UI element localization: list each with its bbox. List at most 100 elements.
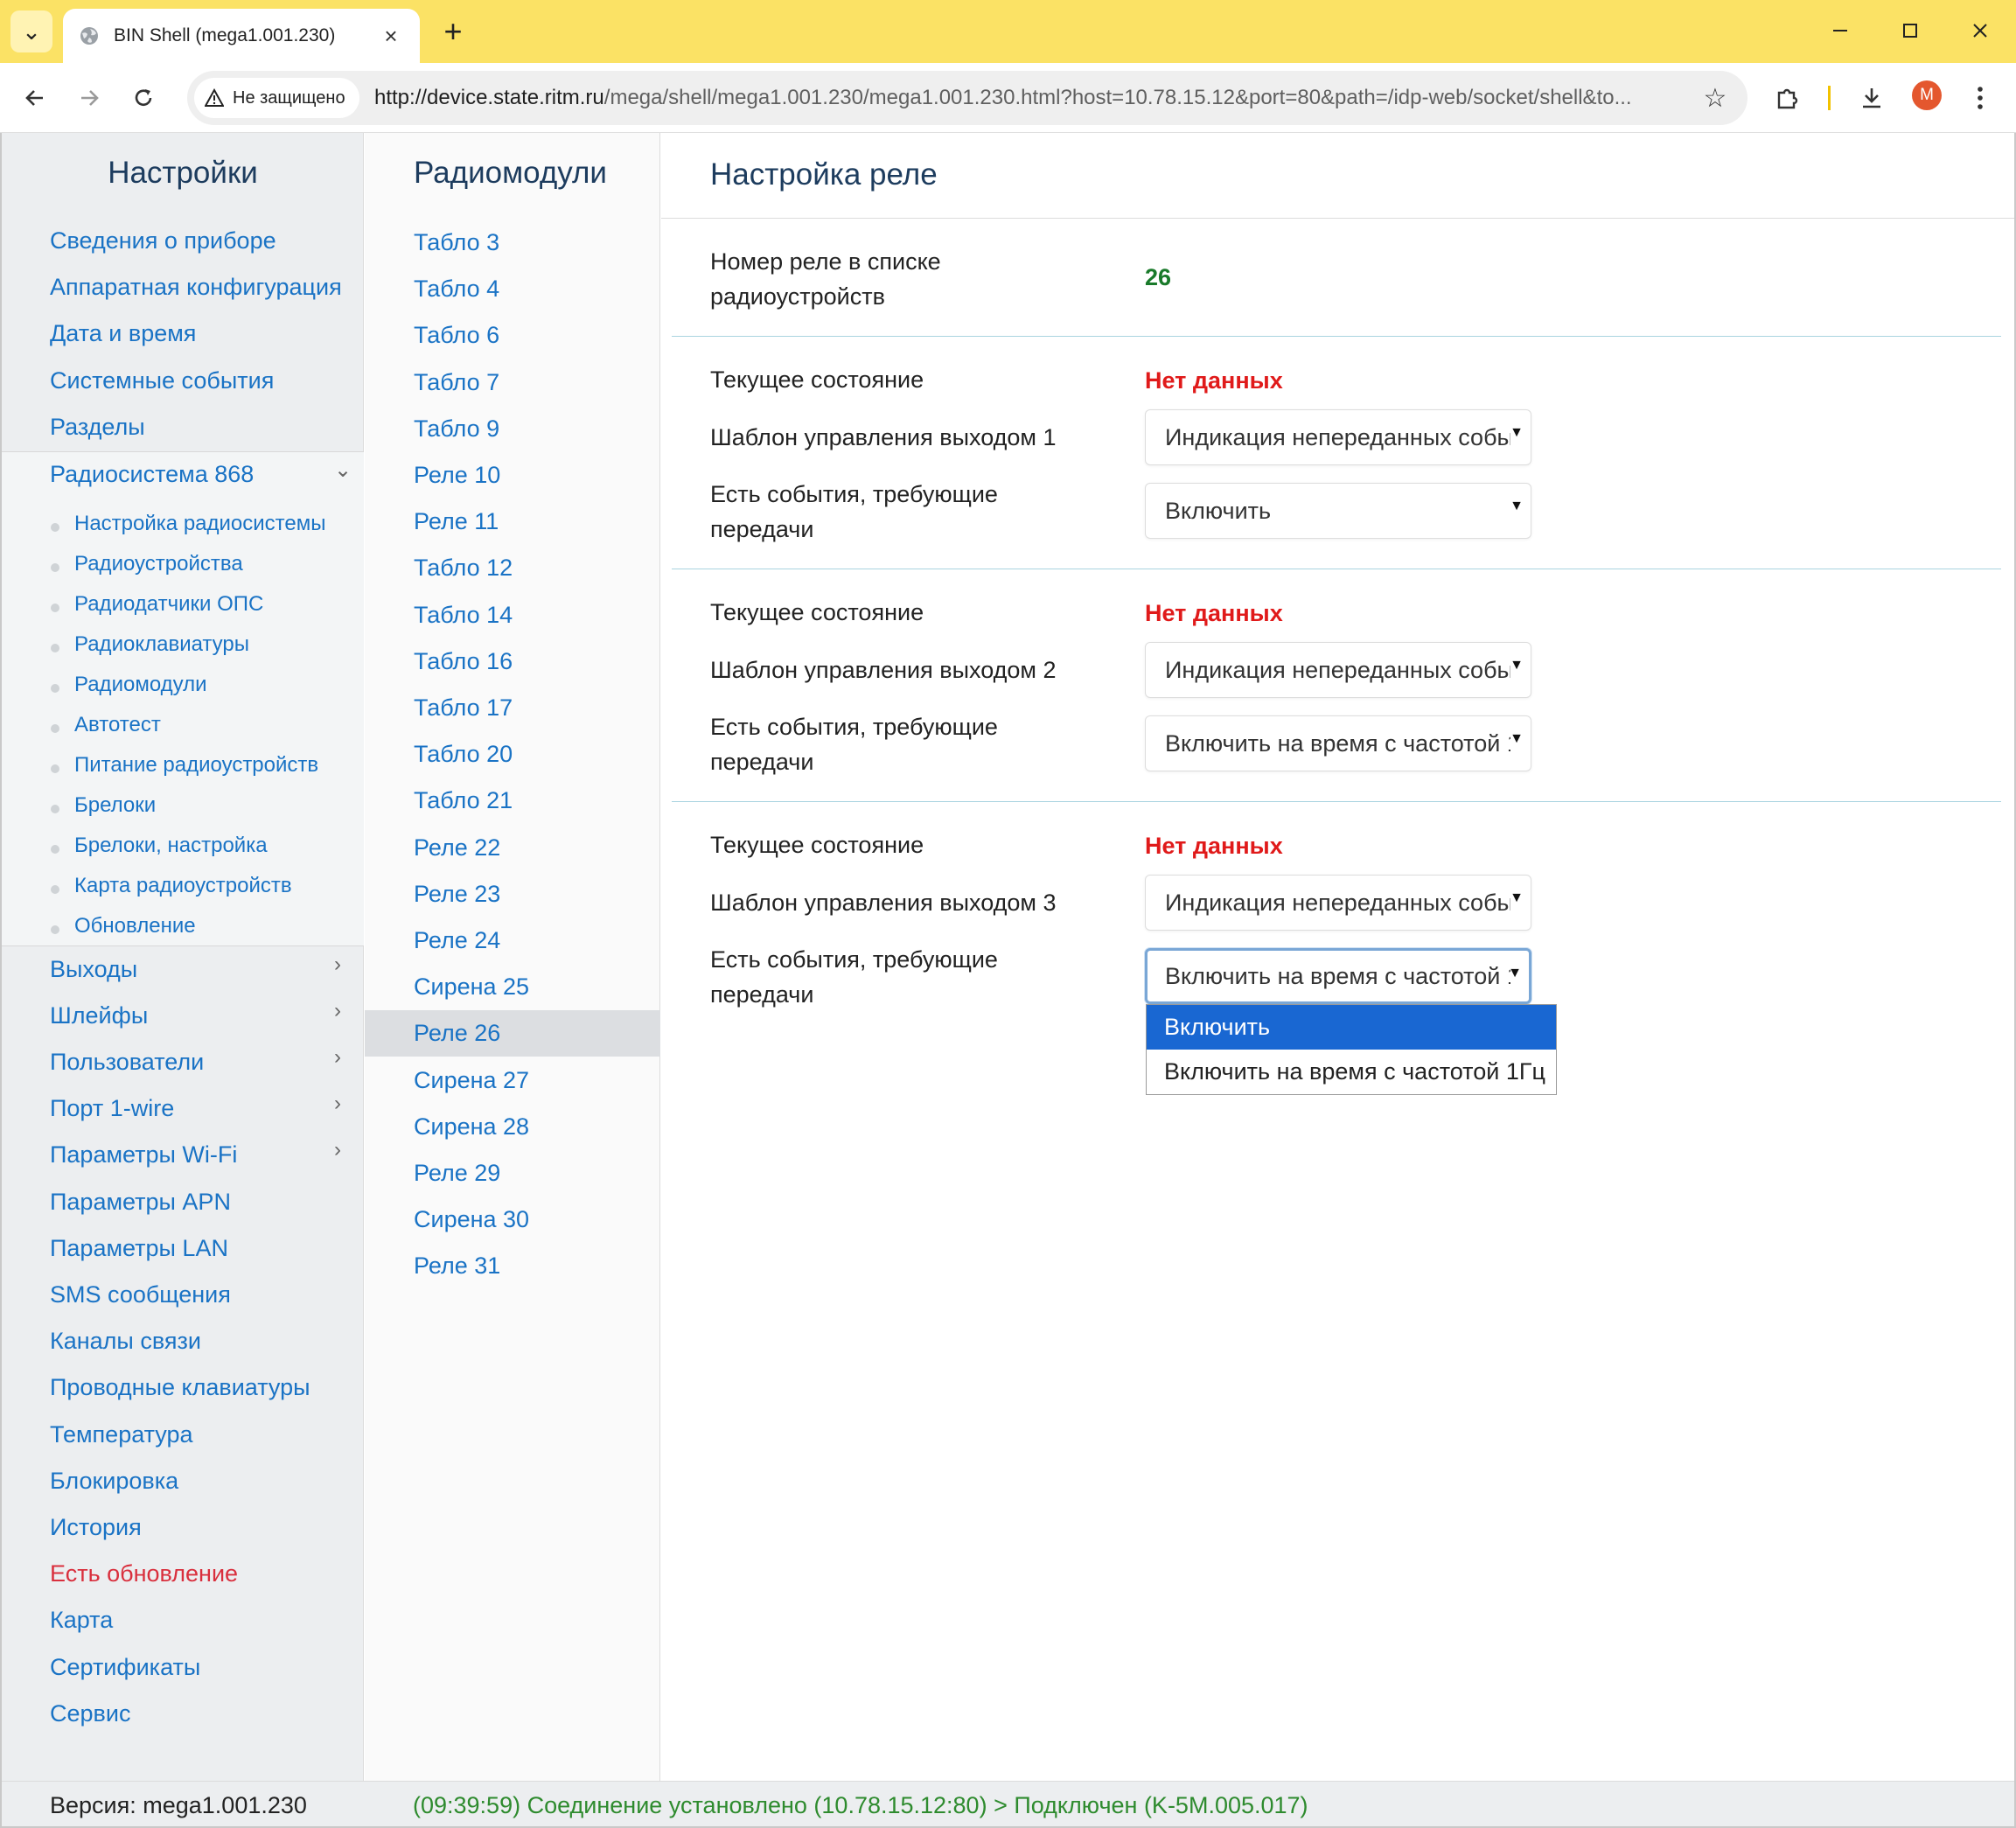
sidebar-item-users[interactable]: Пользователи xyxy=(50,1049,204,1076)
device-list-item[interactable]: Реле 31 xyxy=(365,1243,660,1289)
sidebar-item-service[interactable]: Сервис xyxy=(50,1700,130,1727)
submenu-item-radio-map[interactable]: Карта радиоустройств xyxy=(74,874,292,898)
device-list-item[interactable]: Реле 29 xyxy=(365,1150,660,1197)
device-list-item[interactable]: Реле 24 xyxy=(365,917,660,964)
tab-close-icon[interactable]: × xyxy=(378,23,404,50)
device-list-item[interactable]: Табло 12 xyxy=(365,545,660,591)
device-list-item[interactable]: Табло 3 xyxy=(365,220,660,266)
chevron-right-icon[interactable]: › xyxy=(334,952,341,977)
submenu-item-keyfobs[interactable]: Брелоки xyxy=(74,793,156,818)
output1-state-value: Нет данных xyxy=(1145,367,1283,394)
profile-avatar[interactable]: M xyxy=(1912,80,1942,110)
output3-events-select[interactable]: Включить на время с частотой 1Гц ▼ xyxy=(1145,948,1531,1004)
chevron-right-icon[interactable]: › xyxy=(334,1138,341,1162)
back-arrow-icon[interactable] xyxy=(14,77,56,119)
output2-template-select[interactable]: Индикация непереданных событий ▼ xyxy=(1145,642,1531,698)
sidebar-item-hardware-config[interactable]: Аппаратная конфигурация xyxy=(50,274,342,301)
submenu-item-keyfobs-setup[interactable]: Брелоки, настройка xyxy=(74,834,268,858)
url-text[interactable]: http://device.state.ritm.ru/mega/shell/m… xyxy=(374,86,1861,110)
chevron-right-icon[interactable]: › xyxy=(334,1045,341,1070)
address-bar[interactable]: Не защищено http://device.state.ritm.ru/… xyxy=(187,71,1747,125)
submenu-item-radio-keypads[interactable]: Радиоклавиатуры xyxy=(74,632,249,657)
device-list-item[interactable]: Табло 20 xyxy=(365,731,660,778)
chevron-right-icon[interactable]: › xyxy=(334,1092,341,1116)
sidebar-item-date-time[interactable]: Дата и время xyxy=(50,320,196,347)
device-list-item[interactable]: Реле 11 xyxy=(365,499,660,545)
device-list-item[interactable]: Табло 17 xyxy=(365,685,660,731)
sidebar-item-loops[interactable]: Шлейфы xyxy=(50,1002,148,1029)
page-title: Настройка реле xyxy=(710,157,938,192)
device-list-item[interactable]: Сирена 27 xyxy=(365,1057,660,1104)
connection-status: (09:39:59) Соединение установлено (10.78… xyxy=(413,1792,1308,1818)
device-list-item-active[interactable]: Реле 26 xyxy=(365,1010,660,1057)
submenu-item-radio-modules[interactable]: Радиомодули xyxy=(74,673,207,697)
output1-events-value: Включить xyxy=(1165,498,1272,524)
sidebar-item-sms[interactable]: SMS сообщения xyxy=(50,1281,231,1308)
tab-search-chevron-icon[interactable]: ⌄ xyxy=(10,10,52,52)
output2-events-select[interactable]: Включить на время с частотой 1Гц ▼ xyxy=(1145,715,1531,771)
device-list-item[interactable]: Табло 16 xyxy=(365,638,660,685)
sidebar-item-channels[interactable]: Каналы связи xyxy=(50,1328,201,1355)
sidebar-item-wired-keypads[interactable]: Проводные клавиатуры xyxy=(50,1374,310,1401)
dropdown-option-enable-1hz[interactable]: Включить на время с частотой 1Гц xyxy=(1147,1050,1556,1094)
security-chip[interactable]: Не защищено xyxy=(194,78,359,118)
extensions-puzzle-icon[interactable] xyxy=(1767,77,1809,119)
sidebar-item-device-info[interactable]: Сведения о приборе xyxy=(50,227,276,255)
device-list-item[interactable]: Реле 10 xyxy=(365,452,660,499)
browser-tab[interactable]: BIN Shell (mega1.001.230) × xyxy=(63,9,420,63)
sidebar-item-apn[interactable]: Параметры APN xyxy=(50,1189,231,1216)
output2-events-value: Включить на время с частотой 1Гц xyxy=(1165,730,1510,757)
radiosystem-submenu: Радиосистема 868 ⌄ Настройка радиосистем… xyxy=(2,451,364,946)
device-list-item[interactable]: Табло 14 xyxy=(365,592,660,638)
sidebar-item-update-available[interactable]: Есть обновление xyxy=(50,1560,238,1587)
reload-icon[interactable] xyxy=(122,77,164,119)
submenu-item-radio-setup[interactable]: Настройка радиосистемы xyxy=(74,512,326,536)
sidebar-item-lock[interactable]: Блокировка xyxy=(50,1468,178,1495)
bookmark-star-icon[interactable]: ☆ xyxy=(1699,81,1732,115)
output1-template-select[interactable]: Индикация непереданных событий ▼ xyxy=(1145,409,1531,465)
output3-template-select[interactable]: Индикация непереданных событий ▼ xyxy=(1145,875,1531,931)
bullet-icon xyxy=(51,644,59,652)
submenu-item-radio-power[interactable]: Питание радиоустройств xyxy=(74,753,318,778)
sidebar-item-temperature[interactable]: Температура xyxy=(50,1421,193,1448)
bullet-icon xyxy=(51,845,59,854)
sidebar-item-history[interactable]: История xyxy=(50,1514,142,1541)
url-host: http://device.state.ritm.ru xyxy=(374,86,604,109)
forward-arrow-icon[interactable] xyxy=(68,77,110,119)
device-list-item[interactable]: Сирена 28 xyxy=(365,1104,660,1150)
bullet-icon xyxy=(51,563,59,572)
submenu-item-update[interactable]: Обновление xyxy=(74,914,196,938)
device-list-item[interactable]: Реле 22 xyxy=(365,825,660,871)
kebab-menu-icon[interactable] xyxy=(1959,77,2001,119)
submenu-item-radio-sensors[interactable]: Радиодатчики ОПС xyxy=(74,592,263,617)
output1-events-select[interactable]: Включить ▼ xyxy=(1145,483,1531,539)
minimize-icon[interactable] xyxy=(1814,9,1866,52)
device-list-item[interactable]: Табло 6 xyxy=(365,312,660,359)
new-tab-plus-icon[interactable]: + xyxy=(434,12,472,51)
chevron-down-icon[interactable]: ⌄ xyxy=(334,457,352,483)
submenu-item-radio-devices[interactable]: Радиоустройства xyxy=(74,552,243,576)
maximize-icon[interactable] xyxy=(1884,9,1936,52)
sidebar-item-wifi[interactable]: Параметры Wi-Fi xyxy=(50,1141,237,1169)
chevron-right-icon[interactable]: › xyxy=(334,999,341,1023)
sidebar-item-partitions[interactable]: Разделы xyxy=(50,414,145,441)
device-list-item[interactable]: Сирена 30 xyxy=(365,1197,660,1243)
close-window-icon[interactable] xyxy=(1954,9,2006,52)
sidebar-item-lan[interactable]: Параметры LAN xyxy=(50,1235,228,1262)
download-icon[interactable] xyxy=(1851,77,1893,119)
device-list-item[interactable]: Табло 9 xyxy=(365,406,660,452)
device-list-item[interactable]: Табло 4 xyxy=(365,266,660,312)
dropdown-option-enable[interactable]: Включить xyxy=(1147,1005,1556,1050)
sidebar-item-outputs[interactable]: Выходы xyxy=(50,956,137,983)
device-list-item[interactable]: Табло 21 xyxy=(365,778,660,824)
device-list-item[interactable]: Реле 23 xyxy=(365,871,660,917)
select-arrow-icon: ▼ xyxy=(1510,499,1524,513)
sidebar-item-radiosystem[interactable]: Радиосистема 868 xyxy=(50,461,254,488)
sidebar-item-1wire[interactable]: Порт 1-wire xyxy=(50,1095,174,1122)
device-list-item[interactable]: Сирена 25 xyxy=(365,964,660,1010)
sidebar-item-certificates[interactable]: Сертификаты xyxy=(50,1654,200,1681)
submenu-item-autotest[interactable]: Автотест xyxy=(74,713,161,737)
sidebar-item-system-events[interactable]: Системные события xyxy=(50,367,274,394)
sidebar-item-map[interactable]: Карта xyxy=(50,1607,113,1634)
device-list-item[interactable]: Табло 7 xyxy=(365,359,660,406)
